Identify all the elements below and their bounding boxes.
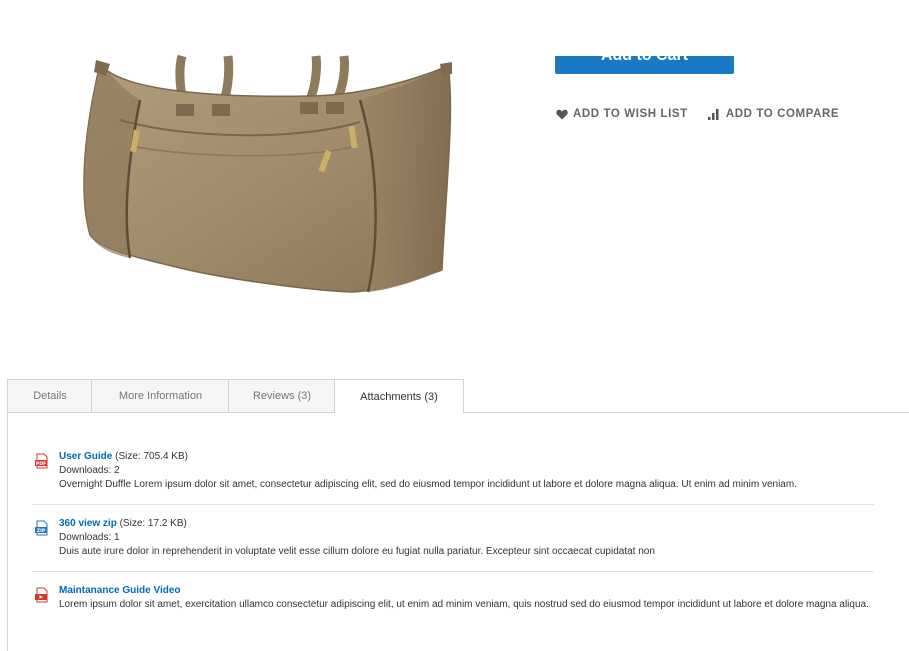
- attachment-title-link[interactable]: Maintanance Guide Video: [59, 585, 181, 596]
- product-actions: ADD TO WISH LIST ADD TO COMPARE: [556, 108, 839, 120]
- add-to-wish-list-link[interactable]: ADD TO WISH LIST: [556, 108, 688, 120]
- zip-file-icon: ZIP: [35, 520, 48, 536]
- attachment-downloads: Downloads: 2: [59, 465, 120, 476]
- svg-text:PDF: PDF: [36, 461, 46, 467]
- tab-more-information-label: More Information: [118, 390, 203, 402]
- video-file-icon: [35, 587, 48, 603]
- tab-attachments-label: Attachments (3): [360, 390, 438, 403]
- attachments-panel: PDF User Guide (Size: 705.4 KB) Download…: [7, 412, 909, 651]
- tab-more-information[interactable]: More Information: [91, 379, 230, 412]
- attachment-description: Overnight Duffle Lorem ipsum dolor sit a…: [59, 479, 797, 490]
- tab-details-label: Details: [33, 390, 67, 402]
- attachment-item: PDF User Guide (Size: 705.4 KB) Download…: [34, 450, 894, 492]
- attachment-item: ZIP 360 view zip (Size: 17.2 KB) Downloa…: [34, 517, 894, 559]
- heart-icon: [556, 109, 568, 119]
- attachment-item: Maintanance Guide Video Lorem ipsum dolo…: [34, 584, 894, 612]
- top-crop: [540, 0, 760, 56]
- compare-label: ADD TO COMPARE: [725, 108, 840, 120]
- attachment-size: (Size: 17.2 KB): [119, 518, 187, 529]
- attachment-size: (Size: 705.4 KB): [115, 451, 188, 462]
- add-to-compare-link[interactable]: ADD TO COMPARE: [707, 108, 840, 120]
- attachment-description: Lorem ipsum dolor sit amet, exercitation…: [59, 599, 869, 610]
- divider: [32, 571, 874, 572]
- attachment-description: Duis aute irure dolor in reprehenderit i…: [59, 546, 655, 557]
- product-image: [83, 54, 452, 293]
- tab-reviews[interactable]: Reviews (3): [228, 379, 336, 412]
- tab-attachments[interactable]: Attachments (3): [334, 379, 464, 413]
- wish-list-label: ADD TO WISH LIST: [573, 108, 688, 120]
- tab-reviews-label: Reviews (3): [252, 390, 312, 402]
- attachment-title-link[interactable]: 360 view zip: [59, 518, 117, 529]
- attachment-downloads: Downloads: 1: [59, 532, 120, 543]
- product-tabs: Details More Information Reviews (3) Att…: [7, 379, 909, 413]
- compare-icon: [707, 108, 719, 120]
- pdf-file-icon: PDF: [35, 453, 48, 469]
- divider: [32, 504, 874, 505]
- svg-text:ZIP: ZIP: [37, 528, 46, 534]
- tab-details[interactable]: Details: [7, 379, 93, 412]
- attachment-title-link[interactable]: User Guide: [59, 451, 112, 462]
